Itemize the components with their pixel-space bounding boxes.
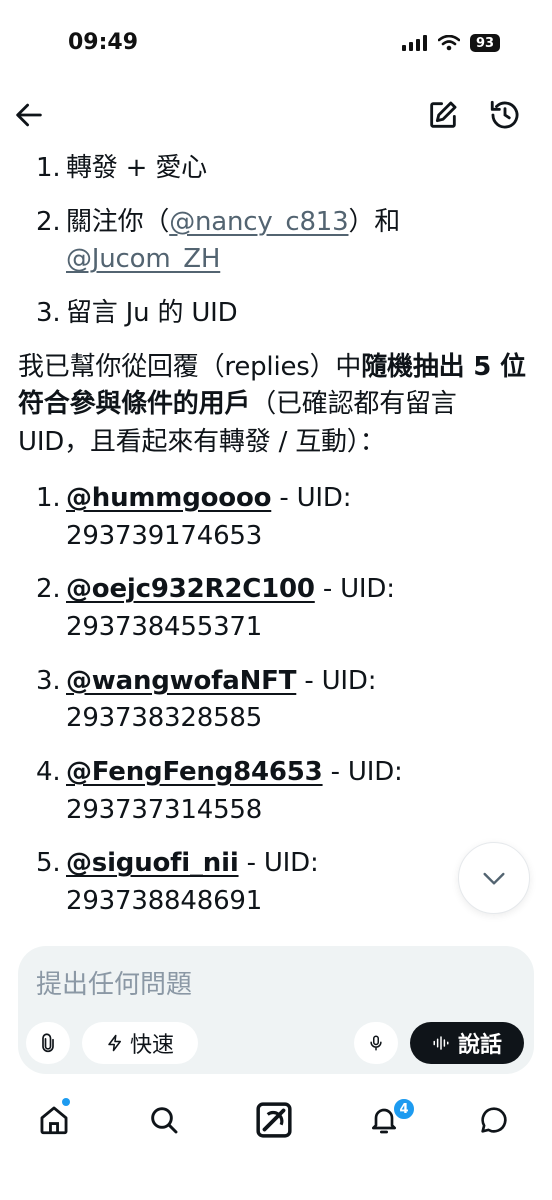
list-item: 5. @siguofi_nii - UID: 293738848691 [36,848,319,916]
paperclip-icon [42,1033,54,1053]
history-button[interactable] [488,98,522,132]
uid-text: 293738328585 [66,703,263,734]
status-time: 09:49 [68,30,139,55]
list-item: 1. @hummgoooo - UID: 293739174653 [36,482,352,551]
mention-link[interactable]: @wangwofaNFT [66,666,296,696]
tab-search[interactable] [144,1100,184,1140]
rules-list: 1. 轉發 + 愛心 2. 關注你（@nancy_c813）和 @Jucom_ZH… [18,150,528,333]
fast-mode-button[interactable]: 快速 [82,1022,198,1064]
talk-button[interactable]: 說話 [410,1022,524,1064]
home-new-indicator [62,1098,70,1106]
wifi-icon [438,35,460,51]
list-item: 2. @oejc932R2C100 - UID: 293738455371 [36,574,395,642]
mention-link[interactable]: @hummgoooo [66,483,271,513]
winners-list: 1. @hummgoooo - UID: 293739174653 2. @oej… [18,480,528,921]
composer: 快速 說話 [18,946,534,1074]
chat-response: 1. 轉發 + 愛心 2. 關注你（@nancy_c813）和 @Jucom_ZH… [18,150,528,937]
ask-input[interactable] [34,964,518,1006]
notification-badge: 4 [392,1097,416,1121]
signal-icon [402,35,427,51]
list-item: 3. 留言 Ju 的 UID [36,298,238,329]
microphone-icon [370,1035,382,1051]
status-icons: 93 [402,34,500,52]
tab-messages[interactable] [474,1100,514,1140]
mention-link[interactable]: @Jucom_ZH [66,244,220,274]
history-icon [490,100,519,129]
search-icon [151,1107,178,1134]
uid-text: 293738455371 [66,611,263,642]
mention-link[interactable]: @FengFeng84653 [66,757,323,787]
chevron-down-icon [483,872,505,885]
uid-text: 293739174653 [66,520,263,551]
attach-button[interactable] [26,1022,70,1064]
list-item: 1. 轉發 + 愛心 [36,153,207,183]
uid-text: 293737314558 [66,794,263,825]
tab-home[interactable] [34,1100,74,1140]
summary-paragraph: 我已幫你從回覆（replies）中隨機抽出 5 位符合參與條件的用戶（已確認都有… [18,351,526,458]
talk-label: 說話 [457,1033,502,1058]
list-item: 2. 關注你（@nancy_c813）和 @Jucom_ZH [36,206,401,275]
grok-icon [256,1102,292,1138]
microphone-button[interactable] [354,1022,398,1064]
mention-link[interactable]: @nancy_c813 [169,207,348,237]
fast-mode-label: 快速 [129,1033,174,1058]
waveform-icon [433,1036,449,1050]
mention-link[interactable]: @oejc932R2C100 [66,574,315,604]
uid-text: 293738848691 [66,886,263,916]
tab-grok[interactable] [254,1100,294,1140]
arrow-left-icon [16,103,42,127]
compose-icon [430,101,457,128]
home-icon [40,1106,68,1135]
list-item: 3. @wangwofaNFT - UID: 293738328585 [36,665,377,734]
lightning-icon [108,1034,121,1052]
battery-indicator: 93 [470,34,500,52]
back-button[interactable] [12,98,46,132]
scroll-to-bottom-button[interactable] [458,842,530,914]
list-item: 4. @FengFeng84653 - UID: 293737314558 [36,756,403,825]
mention-link[interactable]: @siguofi_nii [66,848,239,878]
chat-bubble-icon [481,1107,507,1133]
new-chat-button[interactable] [426,98,460,132]
